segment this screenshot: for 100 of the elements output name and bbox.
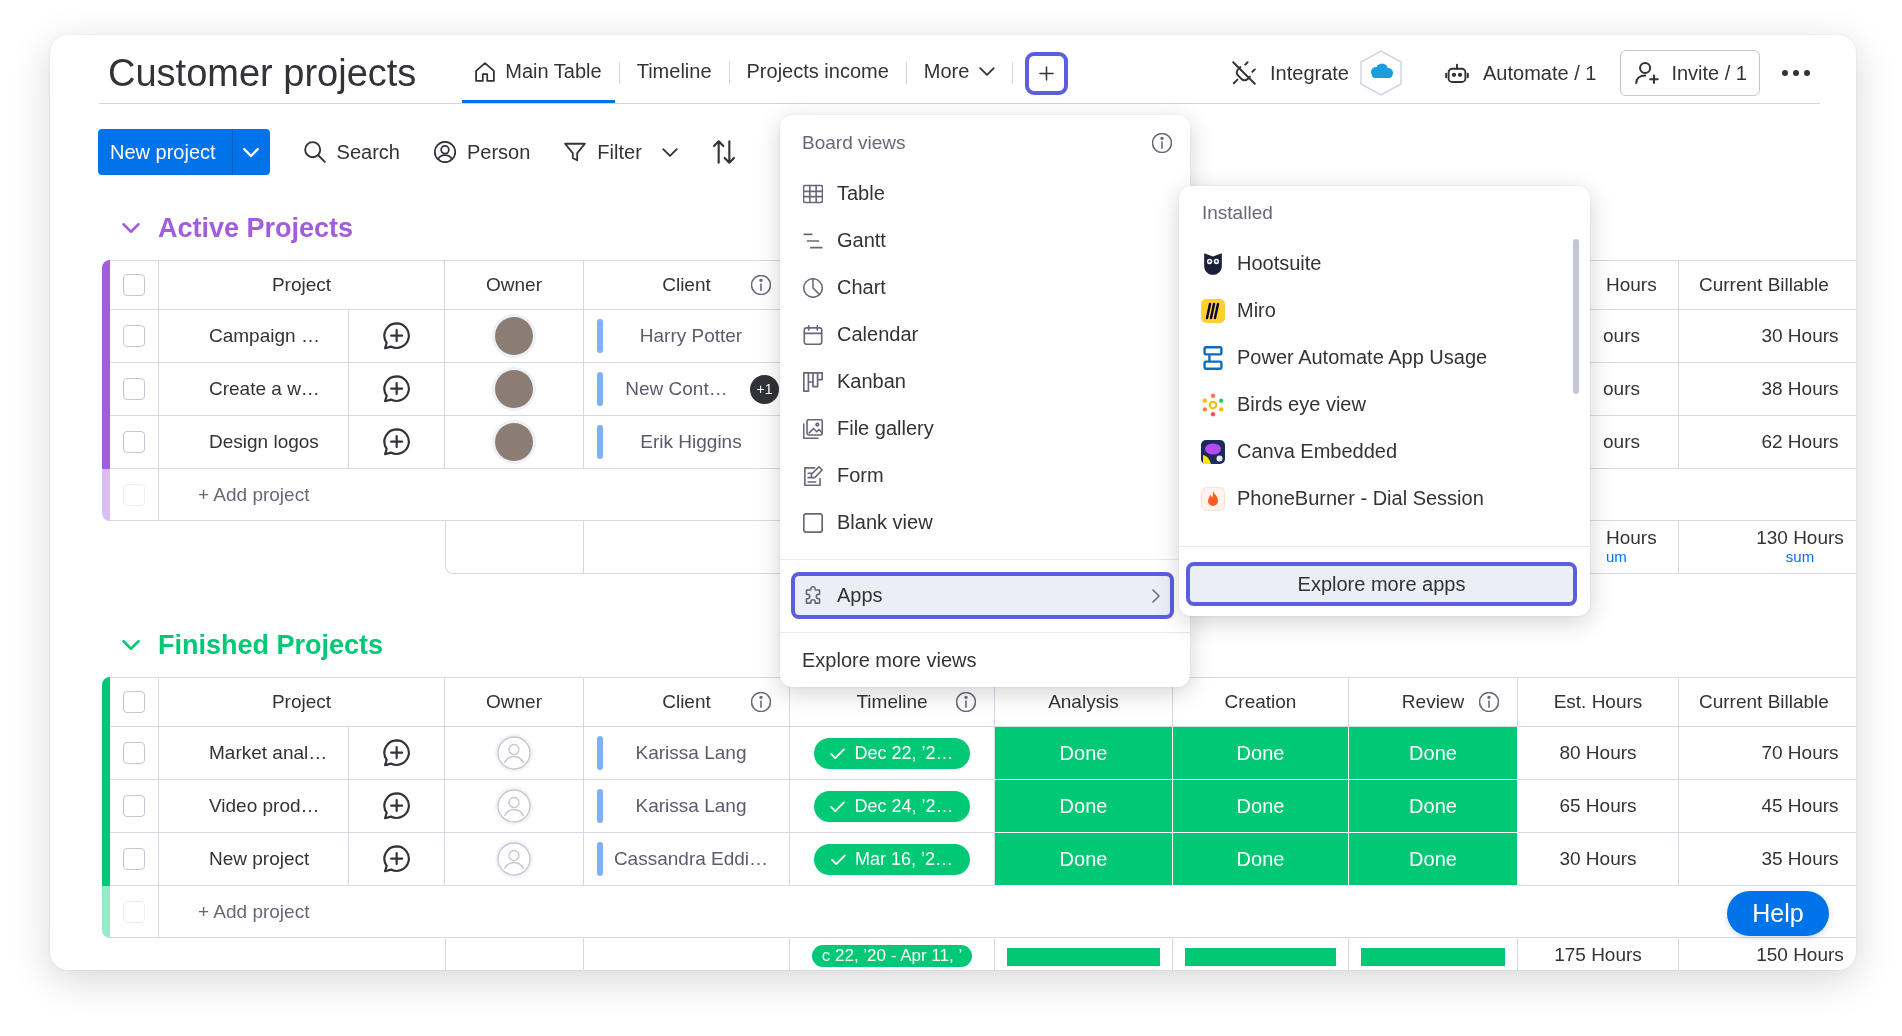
row-checkbox[interactable] xyxy=(123,325,145,347)
person-placeholder-icon xyxy=(494,786,534,826)
header-checkbox[interactable] xyxy=(123,691,145,713)
form-pencil-icon xyxy=(803,465,823,486)
automate-button[interactable]: Automate / 1 xyxy=(1445,61,1597,85)
item-name[interactable]: Campaign … xyxy=(209,325,320,347)
check-icon xyxy=(830,747,846,759)
faded-color-bar xyxy=(102,886,110,938)
scrollbar-thumb[interactable] xyxy=(1573,239,1579,394)
column-header: Project xyxy=(271,691,332,713)
check-icon xyxy=(830,800,846,812)
image-gallery-icon xyxy=(803,418,823,439)
chat-plus-icon[interactable] xyxy=(382,792,411,820)
help-button[interactable]: Help xyxy=(1727,891,1829,936)
filter-button[interactable]: Filter xyxy=(564,140,678,164)
info-icon[interactable] xyxy=(956,692,976,712)
accent-bar xyxy=(597,842,603,876)
client-name: Karissa Lang xyxy=(635,795,747,817)
add-item-field[interactable]: + Add project xyxy=(198,900,498,923)
accent-bar xyxy=(597,425,603,459)
pie-chart-icon xyxy=(803,277,823,298)
hours-value: ours xyxy=(1603,325,1640,347)
search-button[interactable]: Search xyxy=(303,140,400,164)
view-tab[interactable]: Main Table xyxy=(462,43,615,103)
group-title[interactable]: Active Projects xyxy=(158,212,354,244)
accent-bar xyxy=(597,789,603,823)
blob-tile-icon xyxy=(1201,439,1225,464)
summary-value: 130 Hours xyxy=(1756,528,1844,548)
plus-icon xyxy=(1039,65,1055,81)
row-checkbox[interactable] xyxy=(123,378,145,400)
add-item-field[interactable]: + Add project xyxy=(198,483,498,506)
home-icon xyxy=(475,61,496,82)
item-name[interactable]: Create a w… xyxy=(209,378,320,400)
client-name: Harry Potter xyxy=(639,325,743,347)
chat-plus-icon[interactable] xyxy=(382,322,411,350)
new-project-button[interactable]: New project xyxy=(98,129,232,175)
more-options-button[interactable] xyxy=(1781,69,1811,77)
table-grid-icon xyxy=(803,183,823,204)
hexagon-cloud-icon xyxy=(1359,50,1403,96)
hours-value: 35 Hours xyxy=(1761,848,1839,870)
robot-icon xyxy=(1445,61,1469,85)
count-badge: +1 xyxy=(750,374,779,404)
view-tab[interactable]: More xyxy=(910,43,1009,103)
explore-apps-button[interactable]: Explore more apps xyxy=(1186,562,1577,606)
explore-views-link[interactable]: Explore more views xyxy=(802,648,977,672)
menu-item[interactable]: Table xyxy=(780,170,1190,217)
item-name[interactable]: New project xyxy=(209,848,310,870)
info-icon[interactable] xyxy=(751,692,771,712)
column-header: Client xyxy=(662,274,711,296)
flame-icon xyxy=(1201,486,1225,511)
row-checkbox[interactable] xyxy=(123,431,145,453)
column-header: Review xyxy=(1401,691,1465,713)
invite-button[interactable]: Invite / 1 xyxy=(1620,50,1760,96)
row-checkbox[interactable] xyxy=(123,795,145,817)
view-tab[interactable]: Timeline xyxy=(623,43,725,103)
chevron-right-icon xyxy=(1152,588,1160,603)
person-placeholder-icon xyxy=(494,839,534,879)
hours-value: 30 Hours xyxy=(1559,848,1637,870)
new-project-dropdown-button[interactable] xyxy=(231,129,270,175)
info-icon[interactable] xyxy=(751,275,771,295)
menu-heading: Installed xyxy=(1202,202,1273,224)
kanban-icon xyxy=(803,371,823,392)
flow-chart-icon xyxy=(1201,345,1225,370)
chat-plus-icon[interactable] xyxy=(382,375,411,403)
chevron-down-icon xyxy=(243,147,260,157)
chat-plus-icon[interactable] xyxy=(382,739,411,767)
info-icon[interactable] xyxy=(1152,132,1172,153)
column-header: Current Billable xyxy=(1699,691,1829,713)
item-name[interactable]: Design logos xyxy=(209,431,319,453)
avatar-photo xyxy=(495,317,533,355)
row-checkbox[interactable] xyxy=(123,848,145,870)
add-view-button[interactable] xyxy=(1025,51,1069,95)
summary-value: 150 Hours xyxy=(1756,945,1844,965)
menu-heading: Board views xyxy=(802,131,906,154)
hours-value: 45 Hours xyxy=(1761,795,1839,817)
summary-value: Hours xyxy=(1606,528,1657,548)
column-header: Current Billable xyxy=(1699,274,1829,296)
menu-item[interactable]: Gantt xyxy=(780,217,1190,264)
column-header: Analysis xyxy=(1048,691,1119,713)
integrate-button[interactable]: Integrate xyxy=(1232,50,1403,96)
item-name[interactable]: Video prod… xyxy=(209,795,320,817)
header-checkbox[interactable] xyxy=(123,274,145,296)
apps-menu-item[interactable]: Apps xyxy=(791,572,1174,619)
hours-value: ours xyxy=(1603,378,1640,400)
sort-button[interactable] xyxy=(711,140,736,164)
column-header: Hours xyxy=(1606,274,1657,296)
person-button[interactable]: Person xyxy=(434,140,531,164)
chat-plus-icon[interactable] xyxy=(382,845,411,873)
info-icon[interactable] xyxy=(1479,692,1499,712)
accent-bar xyxy=(597,736,603,770)
chevron-down-icon[interactable] xyxy=(122,223,140,233)
chat-plus-icon[interactable] xyxy=(382,428,411,456)
hours-value: 70 Hours xyxy=(1761,742,1839,764)
menu-item[interactable]: Chart xyxy=(780,264,1190,311)
person-placeholder-icon xyxy=(494,733,534,773)
faded-color-bar xyxy=(102,469,110,521)
client-name: Karissa Lang xyxy=(635,742,747,764)
view-tab[interactable]: Projects income xyxy=(733,43,902,103)
item-name[interactable]: Market anal… xyxy=(209,742,328,764)
row-checkbox[interactable] xyxy=(123,742,145,764)
